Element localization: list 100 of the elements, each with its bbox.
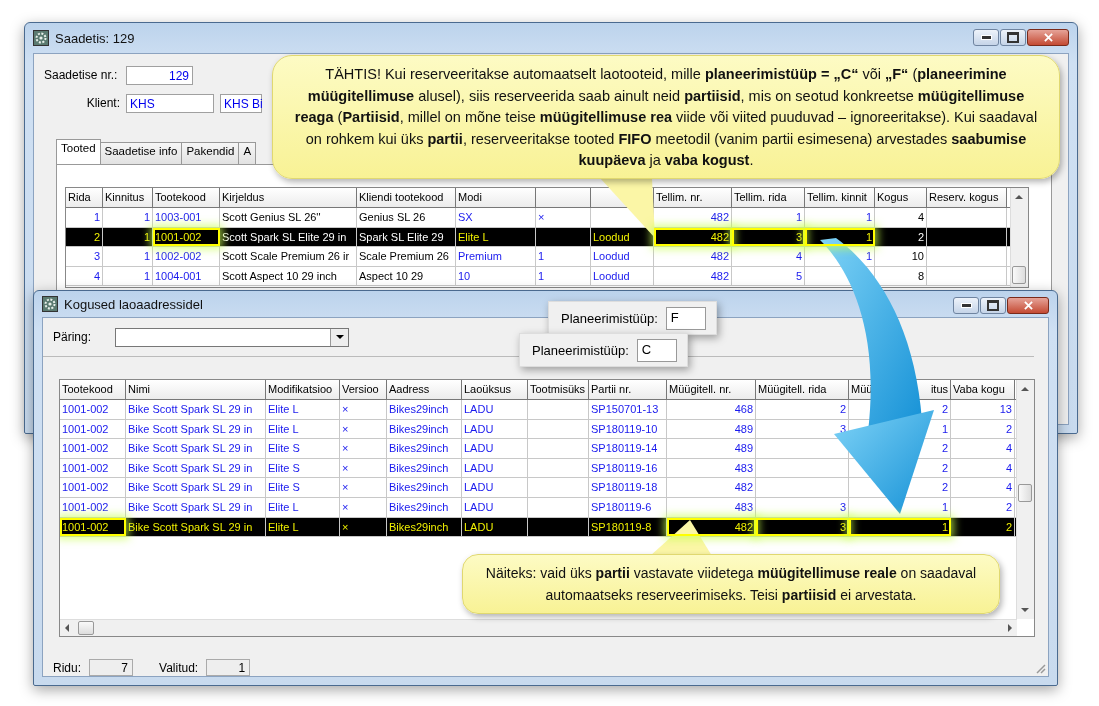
column-header[interactable]: Laoüksus (462, 380, 528, 399)
table-cell: Aspect 10 29 (357, 266, 456, 286)
column-header[interactable]: Nimi (126, 380, 266, 399)
table-cell: 483 (667, 458, 756, 478)
table-cell: 482 (654, 266, 732, 286)
column-header[interactable]: Tootmisüks (528, 380, 589, 399)
column-header[interactable]: Kogus (875, 188, 927, 207)
column-header[interactable]: Kinnitus (103, 188, 153, 207)
horizontal-scrollbar[interactable] (60, 619, 1017, 636)
column-header[interactable]: Tellim. rida (732, 188, 805, 207)
minimize-button[interactable] (953, 297, 979, 314)
table-cell: 1 (805, 208, 875, 227)
column-header[interactable]: Tellim. kinnit (805, 188, 875, 207)
table-cell: 1 (805, 227, 875, 247)
table-cell: × (340, 400, 387, 419)
table-cell: 1 (103, 266, 153, 286)
table-cell: 482 (654, 227, 732, 247)
column-header[interactable]: itus (930, 382, 948, 397)
table-cell: 13 (951, 400, 1015, 419)
close-button[interactable] (1027, 29, 1069, 46)
table-cell: SP180119-18 (589, 478, 667, 497)
planning-type-field: F (665, 306, 706, 330)
tab[interactable]: Pakendid (181, 142, 240, 164)
table-cell: 1 (732, 208, 805, 227)
column-header[interactable]: Müügitell. nr. (667, 380, 756, 399)
table-cell: Scott Scale Premium 26 ir (220, 247, 357, 266)
close-icon (1023, 301, 1033, 310)
table-cell: SP180119-14 (589, 439, 667, 458)
table-cell: 489 (667, 419, 756, 439)
table-cell: 3 (756, 497, 849, 517)
minimize-button[interactable] (973, 29, 999, 46)
table-cell: Elite L (266, 419, 340, 439)
shipment-number-field[interactable]: 129 (126, 65, 193, 85)
table-cell: 4 (951, 458, 1015, 478)
column-header[interactable]: Modifikatsioo (266, 380, 340, 399)
query-dropdown[interactable] (115, 327, 349, 347)
table-cell: 1 (536, 247, 591, 266)
table-cell: Bike Scott Spark SL 29 in (126, 419, 266, 439)
table-cell: LADU (462, 497, 528, 517)
column-header[interactable]: Tootekood (60, 380, 126, 399)
table-cell: SP180119-6 (589, 497, 667, 517)
maximize-icon (987, 300, 999, 311)
table-cell: 2 (66, 227, 103, 247)
table-cell: 2 (951, 517, 1015, 537)
column-header[interactable]: Kliendi tootekood (357, 188, 456, 207)
table-cell: 1 (103, 227, 153, 247)
scrollbar[interactable] (1016, 380, 1034, 619)
table-cell: Scale Premium 26 (357, 247, 456, 266)
column-header[interactable]: Rida (66, 188, 103, 207)
client-name-field[interactable]: KHS Bi (220, 93, 262, 113)
table-cell: Scott Spark SL Elite 29 in (220, 227, 357, 247)
column-header[interactable]: Vaba kogu (951, 380, 1015, 399)
table-cell: 482 (654, 247, 732, 266)
table-cell: × (340, 497, 387, 517)
table-cell: 4 (875, 208, 927, 227)
table-cell: 482 (667, 517, 756, 537)
column-header[interactable]: Müügitell. rida (756, 380, 849, 399)
table-cell: 4 (66, 266, 103, 286)
table-cell: SP180119-8 (589, 517, 667, 537)
table-cell: Bikes29inch (387, 458, 462, 478)
table-cell: 482 (667, 478, 756, 497)
column-header[interactable]: Kirjeldus (220, 188, 357, 207)
table-cell: Loodud (591, 247, 654, 266)
table-cell: LADU (462, 419, 528, 439)
tab[interactable]: A (238, 142, 257, 164)
status-value: 7 (89, 659, 133, 676)
table-cell: Elite L (266, 517, 340, 537)
table-cell: Premium (456, 247, 536, 266)
callout: Näiteks: vaid üks partii vastavate viidetega müügitellimuse reale on saadaval automaatseks reserveerimiseks. Teisi partiisid ei arvestata. (462, 554, 1000, 614)
field-label: Planeerimistüüp: (532, 342, 629, 358)
column-header[interactable]: Reserv. kogus (927, 188, 1007, 207)
field-label: Klient: (85, 96, 120, 110)
table-cell: 10 (875, 247, 927, 266)
close-button[interactable] (1007, 297, 1049, 314)
status-label: Ridu: (53, 660, 81, 675)
table-cell: 1 (103, 247, 153, 266)
table-cell: Bikes29inch (387, 400, 462, 419)
table-cell: Genius SL 26 (357, 208, 456, 227)
table-cell: Bikes29inch (387, 497, 462, 517)
status-value: 1 (206, 659, 251, 676)
maximize-button[interactable] (1000, 29, 1026, 46)
column-header[interactable]: Tootekood (153, 188, 220, 207)
tab[interactable]: Tooted (56, 139, 101, 164)
column-header[interactable]: Tellim. nr. (654, 188, 732, 207)
maximize-button[interactable] (980, 297, 1006, 314)
scrollbar[interactable] (1010, 188, 1028, 287)
column-header[interactable]: Versioo (340, 380, 387, 399)
field-label: Planeerimistüüp: (561, 310, 658, 326)
table-cell: SX (456, 208, 536, 227)
table-cell: × (340, 458, 387, 478)
column-header[interactable]: Modi (456, 188, 536, 207)
table-cell: Bike Scott Spark SL 29 in (126, 478, 266, 497)
column-header[interactable]: Partii nr. (589, 380, 667, 399)
client-code-field[interactable]: KHS (126, 93, 214, 113)
table-cell: 1 (103, 208, 153, 227)
column-header[interactable]: Aadress (387, 380, 462, 399)
maximize-icon (1007, 32, 1019, 43)
table-cell: 1 (536, 266, 591, 286)
tab[interactable]: Saadetise info (99, 142, 183, 164)
resize-grip-icon[interactable] (1034, 662, 1046, 674)
